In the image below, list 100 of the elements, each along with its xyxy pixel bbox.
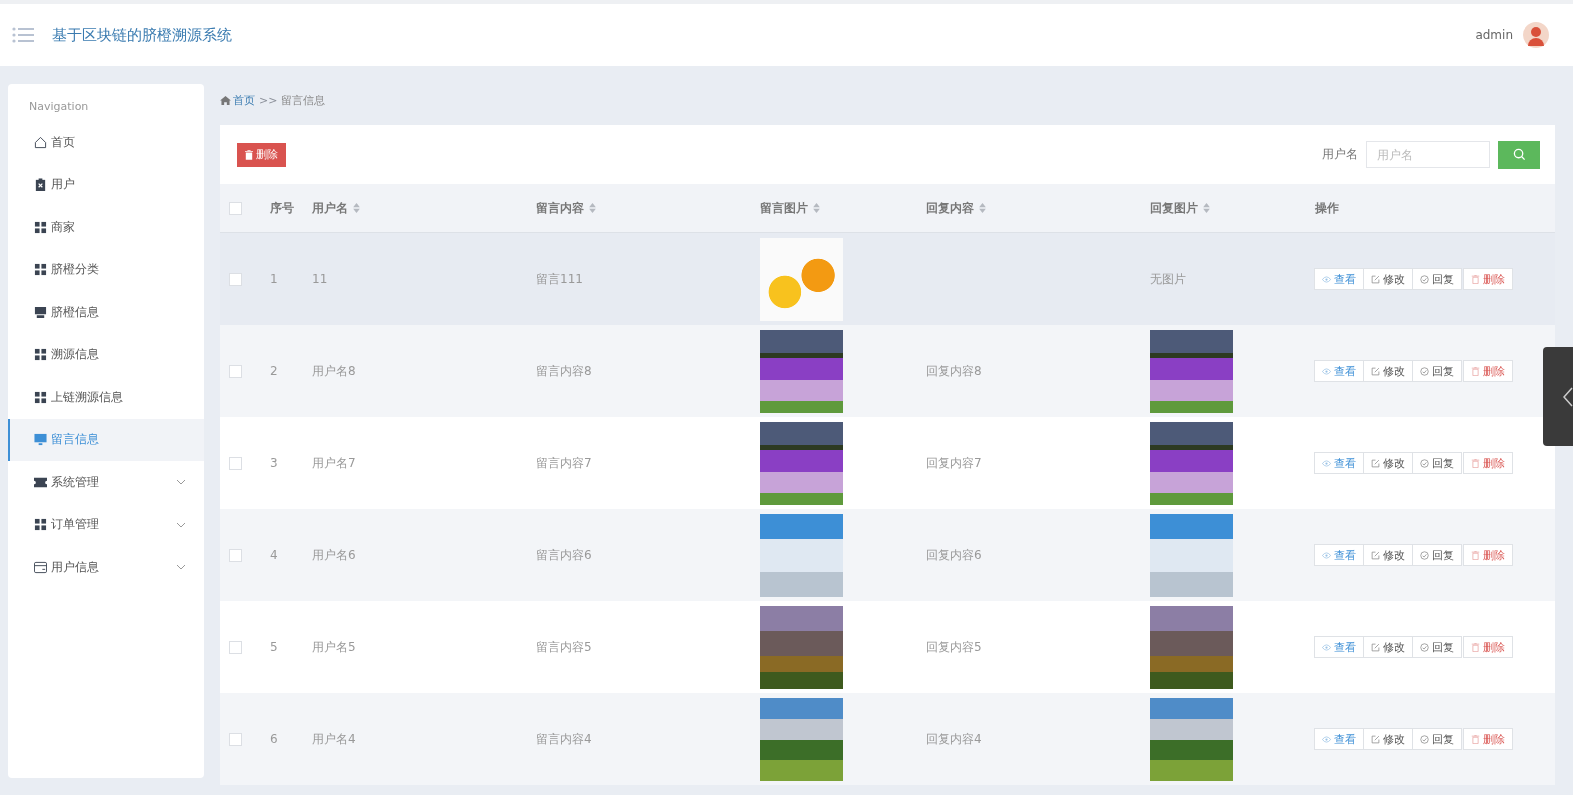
table-cell-text: 3 (270, 456, 279, 470)
column-header[interactable]: 操作 (1315, 199, 1555, 217)
avatar-icon[interactable] (1523, 22, 1549, 48)
table-cell: 回复内容8 (926, 362, 982, 380)
edit-button[interactable]: 修改 (1363, 636, 1413, 658)
trash-icon (1471, 458, 1480, 468)
sidebar-item[interactable]: 脐橙分类 (8, 248, 204, 291)
check-circle-icon (1420, 550, 1429, 560)
edit-button[interactable]: 修改 (1363, 452, 1413, 474)
breadcrumb-current: 留言信息 (281, 92, 326, 108)
edit-icon (1371, 734, 1380, 744)
table-cell-text: 11 (312, 272, 329, 286)
eye-icon (1322, 366, 1331, 376)
edit-button[interactable]: 修改 (1363, 544, 1413, 566)
reply-button[interactable]: 回复 (1412, 452, 1462, 474)
delete-button[interactable]: 删除 (1463, 360, 1513, 382)
breadcrumb-home-link[interactable]: 首页 (220, 92, 255, 108)
eye-icon (1322, 642, 1331, 652)
column-header[interactable]: 回复内容 (926, 199, 1150, 217)
sidebar-item[interactable]: 订单管理 (8, 503, 204, 546)
edit-icon (1371, 458, 1380, 468)
view-button[interactable]: 查看 (1314, 268, 1364, 290)
column-header[interactable]: 回复图片 (1150, 199, 1315, 217)
table-cell: 无图片 (1150, 270, 1186, 288)
delete-button[interactable]: 删除 (1463, 636, 1513, 658)
menu-icon[interactable] (12, 27, 34, 43)
table-cell-text: 2 (270, 364, 279, 378)
column-header[interactable]: 序号 (270, 199, 312, 217)
row-checkbox[interactable] (229, 548, 242, 562)
sidebar-item[interactable]: 商家 (8, 206, 204, 249)
edit-button[interactable]: 修改 (1363, 360, 1413, 382)
row-checkbox[interactable] (229, 272, 242, 286)
edit-icon (1371, 274, 1380, 284)
table-cell-text: 1 (270, 272, 279, 286)
check-circle-icon (1420, 366, 1429, 376)
table-cell-text: 留言111 (536, 270, 584, 288)
sort-icon (813, 203, 820, 213)
username[interactable]: admin (1475, 28, 1513, 42)
sidebar-item[interactable]: 留言信息 (8, 418, 204, 461)
row-checkbox[interactable] (229, 732, 242, 746)
table-cell-text: 留言内容8 (536, 362, 593, 380)
check-circle-icon (1420, 458, 1429, 468)
column-header[interactable]: 留言图片 (760, 199, 926, 217)
check-circle-icon (1420, 274, 1429, 284)
chevron-down-icon (176, 564, 186, 571)
table-cell: 回复内容5 (926, 638, 982, 656)
view-button[interactable]: 查看 (1314, 728, 1364, 750)
delete-button[interactable]: 删除 (237, 142, 286, 167)
edit-button[interactable]: 修改 (1363, 728, 1413, 750)
sort-icon (1203, 203, 1210, 213)
delete-button[interactable]: 删除 (1463, 728, 1513, 750)
edit-icon (1371, 642, 1380, 652)
table-cell-text: 用户名7 (312, 454, 357, 472)
collapse-tab[interactable] (1543, 347, 1573, 446)
edit-button[interactable]: 修改 (1363, 268, 1413, 290)
edit-icon (1371, 550, 1380, 560)
sidebar-item[interactable]: 用户信息 (8, 546, 204, 589)
row-checkbox[interactable] (229, 456, 242, 470)
sidebar-item[interactable]: 溯源信息 (8, 333, 204, 376)
column-header[interactable]: 用户名 (312, 199, 536, 217)
table-cell-text: 用户名4 (312, 730, 357, 748)
chevron-left-icon (1563, 385, 1573, 408)
reply-button[interactable]: 回复 (1412, 728, 1462, 750)
reply-button[interactable]: 回复 (1412, 636, 1462, 658)
eye-icon (1322, 734, 1331, 744)
reply-button[interactable]: 回复 (1412, 268, 1462, 290)
sidebar-item[interactable]: 用户 (8, 163, 204, 206)
view-button[interactable]: 查看 (1314, 452, 1364, 474)
table-cell-text: 留言内容6 (536, 546, 593, 564)
view-button[interactable]: 查看 (1314, 544, 1364, 566)
sort-icon (353, 203, 360, 213)
delete-button[interactable]: 删除 (1463, 452, 1513, 474)
trash-icon (1471, 274, 1480, 284)
nav-heading: Navigation (28, 100, 90, 115)
check-circle-icon (1420, 734, 1429, 744)
sidebar-item[interactable]: 脐橙信息 (8, 291, 204, 334)
reply-button[interactable]: 回复 (1412, 544, 1462, 566)
view-button[interactable]: 查看 (1314, 360, 1364, 382)
search-button[interactable] (1498, 140, 1540, 169)
search-field[interactable]: 用户名 (1366, 141, 1490, 168)
sidebar-item[interactable]: 系统管理 (8, 461, 204, 504)
delete-button[interactable]: 删除 (1463, 268, 1513, 290)
view-button[interactable]: 查看 (1314, 636, 1364, 658)
grid-icon (34, 263, 47, 277)
sidebar-item[interactable]: 上链溯源信息 (8, 376, 204, 419)
eye-icon (1322, 274, 1331, 284)
row-checkbox[interactable] (229, 640, 242, 654)
table-cell: 回复内容6 (926, 546, 982, 564)
table-cell-text: 留言内容5 (536, 638, 593, 656)
trash-icon (1471, 366, 1480, 376)
sidebar-item[interactable]: 首页 (8, 121, 204, 164)
grid-icon (34, 348, 47, 362)
table-cell: 回复内容7 (926, 454, 982, 472)
column-header[interactable]: 留言内容 (536, 199, 760, 217)
delete-button[interactable]: 删除 (1463, 544, 1513, 566)
select-all-checkbox[interactable] (229, 201, 242, 215)
reply-button[interactable]: 回复 (1412, 360, 1462, 382)
ticket-icon (34, 475, 47, 489)
table-cell-text: 4 (270, 548, 279, 562)
row-checkbox[interactable] (229, 364, 242, 378)
